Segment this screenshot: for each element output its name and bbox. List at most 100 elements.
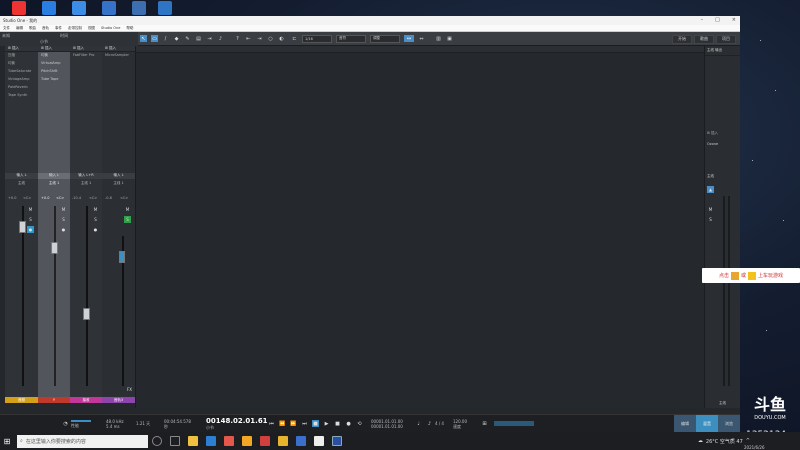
solo-button[interactable]: S [60,216,67,223]
volume-fader[interactable] [18,221,26,233]
solo-button[interactable]: S [27,216,34,223]
cortana-icon[interactable] [152,436,162,446]
mute-tool-icon[interactable]: ⇥ [206,35,213,42]
taskbar-app-icon[interactable] [278,436,288,446]
taskbar-app-icon[interactable] [206,436,216,446]
volume-fader[interactable] [83,308,90,320]
taskbar-app-icon[interactable] [224,436,234,446]
mixer-channel[interactable]: ⊞ 插入 压缩 均衡 TubeSaturate VintageAmp PaleR… [5,46,38,403]
maximize-icon[interactable]: □ [715,17,720,23]
sync-icon[interactable]: ⊞ [481,420,488,427]
taskbar-app-icon[interactable] [260,436,270,446]
output-route[interactable]: 主线 1 [70,181,102,186]
help-icon[interactable]: ? [234,35,241,42]
record-button[interactable]: ● [27,226,34,233]
loop-button-icon[interactable]: ■ [312,420,319,427]
insert-slot[interactable]: TubeSaturate [5,68,38,76]
menu-studio-one[interactable]: Studio One [101,26,120,30]
zoom-icon[interactable]: ⇔ [418,35,425,42]
edit-view-button[interactable]: 编辑 [674,415,696,433]
stop-icon[interactable]: ■ [334,420,341,427]
play-icon[interactable]: ▶ [323,420,330,427]
insert-slot[interactable]: MicroSampler [102,52,135,60]
mix-view-button[interactable]: 混音 [696,415,718,433]
nudge-icon[interactable]: ⇤ [245,35,252,42]
studio-one-taskbar-icon[interactable] [332,436,342,446]
mute-button[interactable]: M [27,206,34,213]
insert-slot[interactable]: 均衡 [38,52,70,60]
channel-name[interactable]: 音频 [5,397,38,403]
listen-tool-icon[interactable]: ♪ [217,35,224,42]
insert-slot[interactable]: 压缩 [5,52,38,60]
insert-slot[interactable]: VirtualAmp [38,60,70,68]
position-slider[interactable] [494,421,534,426]
fx-label[interactable]: FX [127,387,132,392]
close-icon[interactable]: × [732,17,736,23]
snap-select[interactable]: 调整 [370,34,400,43]
explorer-icon[interactable] [188,436,198,446]
arrangement-view[interactable] [135,46,704,408]
mute-button[interactable]: M [60,206,67,213]
mute-button[interactable]: M [92,206,99,213]
record-button[interactable]: ● [92,226,99,233]
song-button[interactable]: 歌曲 [694,34,714,44]
tray-arrow-icon[interactable]: ^ [746,438,750,444]
weather-text[interactable]: 26°C 空气质 47 [706,438,743,445]
taskbar-app-icon[interactable] [242,436,252,446]
input-route[interactable]: 输入 L+R [70,173,102,179]
save-icon[interactable]: ▣ [446,35,453,42]
mixer-channel[interactable]: ⊞ 插入 均衡 VirtualAmp PitchShift Tube Tape … [38,46,70,403]
insert-slot[interactable]: 均衡 [5,60,38,68]
range-tool-icon[interactable]: ▭ [151,35,158,42]
mixer-channel[interactable]: ⊞ 插入 FabFilter Pro 输入 L+R 主线 1 -10.4 <C>… [70,46,102,403]
timebase-select[interactable]: 音符 [336,34,366,43]
quantize-select[interactable]: 1/16 [302,34,332,43]
task-view-icon[interactable] [170,436,180,446]
eraser-tool-icon[interactable]: ◆ [173,35,180,42]
fast-forward-icon[interactable]: ⏩ [290,420,297,427]
loop-icon[interactable]: ○ [267,35,274,42]
layout-icon[interactable]: ▥ [435,35,442,42]
taskbar-app-icon[interactable] [296,436,306,446]
menu-file[interactable]: 文件 [3,26,10,31]
insert-slot[interactable]: VintageAmp [5,76,38,84]
monitor-button[interactable]: ▲ [707,186,714,193]
arrow-tool-icon[interactable]: ↖ [140,35,147,42]
menu-help[interactable]: 帮助 [126,26,133,31]
timeline-ruler[interactable] [136,46,704,53]
input-route[interactable]: 输入 L [5,173,38,179]
rewind-icon[interactable]: ⏪ [279,420,286,427]
record-icon[interactable]: ● [345,420,352,427]
mixer-channel[interactable]: ⊞ 插入 MicroSampler 输入 L 主线 1 -0.8 <C> M S… [102,46,135,403]
insert-slot[interactable]: PitchShift [38,68,70,76]
follow-icon[interactable]: ↔ [404,35,414,42]
start-icon[interactable]: ⊞ [0,432,14,450]
output-route[interactable]: 主线 1 [38,181,70,186]
input-route[interactable]: 输入 L [38,173,70,179]
pencil-tool-icon[interactable]: ✎ [184,35,191,42]
desktop-icon[interactable] [150,1,180,16]
mute-button[interactable]: M [124,206,131,213]
rewind-start-icon[interactable]: ⏮ [268,420,275,427]
menu-song[interactable]: 歌曲 [29,26,36,31]
mute-button[interactable]: M [707,206,714,213]
start-button[interactable]: 开始 [672,34,692,44]
insert-slot[interactable]: Tube Tape [38,76,70,84]
bend-tool-icon[interactable]: ▤ [195,35,202,42]
metronome-icon[interactable]: ◐ [278,35,285,42]
volume-fader[interactable] [51,242,58,254]
record-button[interactable]: ● [60,226,67,233]
stream-ad-banner[interactable]: 点击 或 上车玩游戏 [702,268,800,283]
quantize-icon[interactable]: ⊏ [291,35,298,42]
solo-button[interactable]: S [707,216,714,223]
insert-slot[interactable]: PaleReverb [5,84,38,92]
midi-icon[interactable]: ◔ [62,420,69,427]
split-tool-icon[interactable]: / [162,35,169,42]
minimize-icon[interactable]: – [701,17,704,23]
channel-name[interactable]: Y [38,397,70,403]
snap-icon[interactable]: ⇥ [256,35,263,42]
output-insert[interactable]: Ozone [707,142,718,146]
browse-view-button[interactable]: 浏览 [718,415,740,433]
volume-fader[interactable] [119,251,125,263]
insert-slot[interactable]: FabFilter Pro [70,52,102,60]
